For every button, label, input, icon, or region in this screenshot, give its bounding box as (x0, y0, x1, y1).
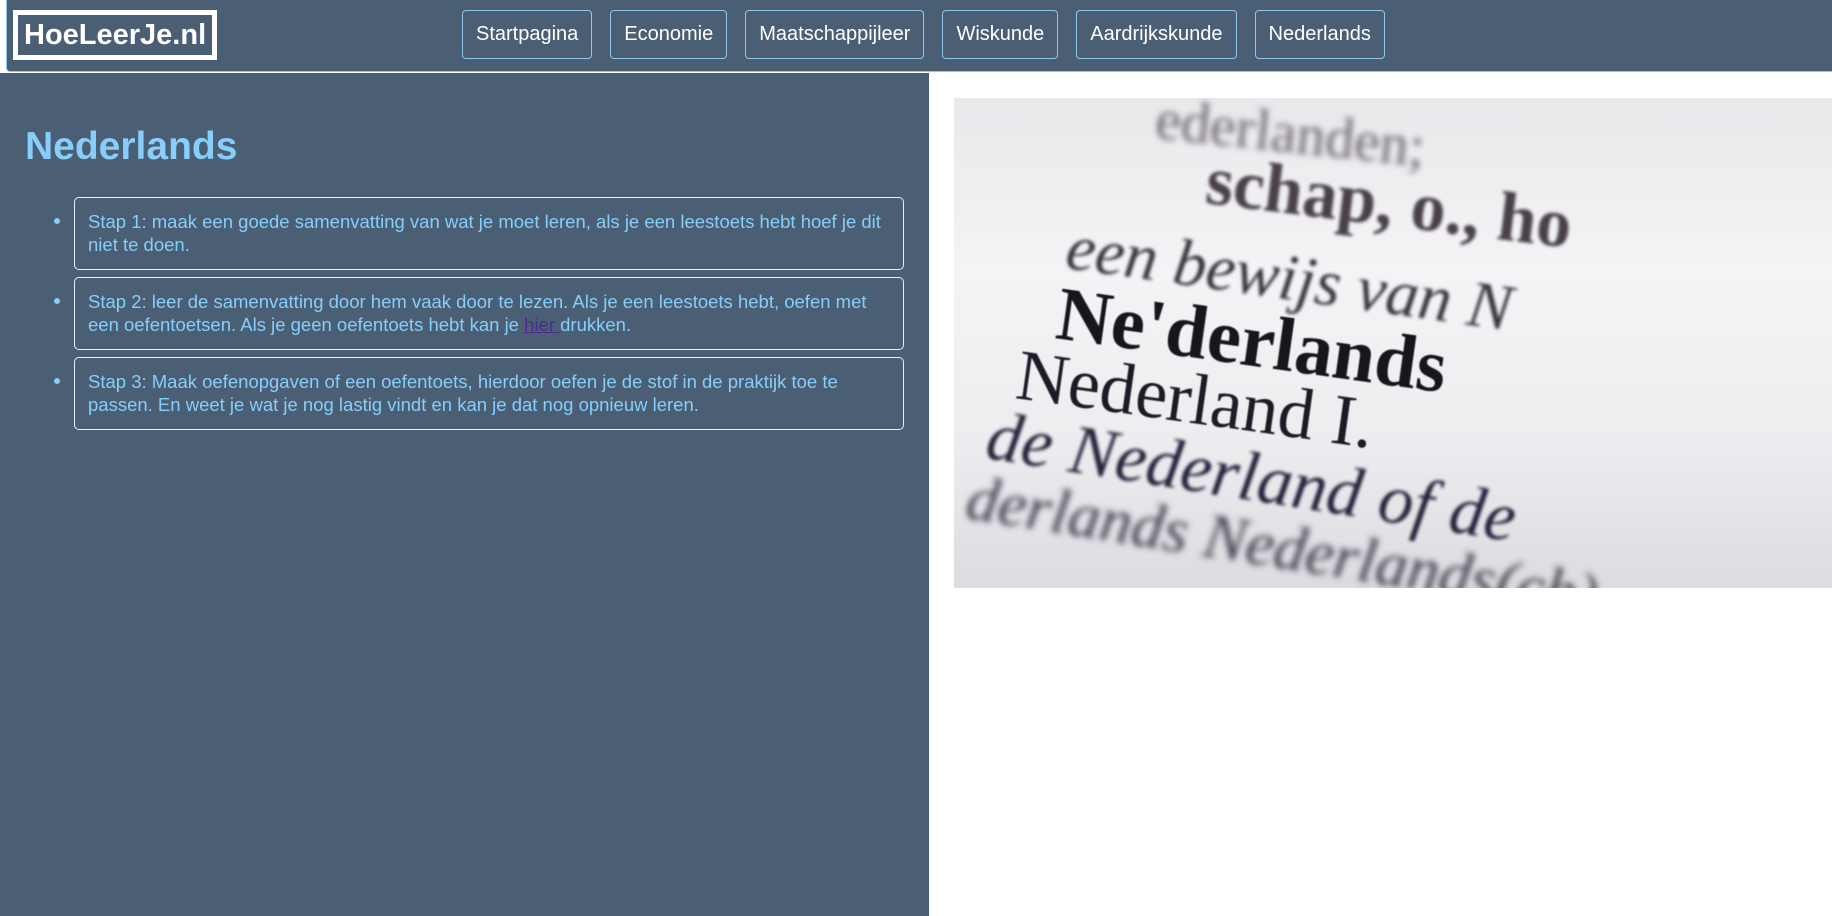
page-title: Nederlands (25, 125, 238, 168)
nav-wiskunde[interactable]: Wiskunde (942, 10, 1059, 59)
nav-startpagina[interactable]: Startpagina (462, 10, 593, 59)
page: HoeLeerJe.nl Startpagina Economie Maatsc… (0, 0, 1832, 916)
content-panel: Nederlands Stap 1: maak een goede samenv… (0, 73, 929, 916)
dictionary-image: ederlanden; schap, o., ho een bewijs van… (954, 98, 1832, 588)
bullet-icon (54, 218, 60, 224)
nav-nederlands[interactable]: Nederlands (1254, 10, 1385, 59)
nav-economie[interactable]: Economie (610, 10, 728, 59)
step-item-3: Stap 3: Maak oefenopgaven of een oefento… (54, 357, 904, 430)
site-header: HoeLeerJe.nl Startpagina Economie Maatsc… (6, 0, 1832, 72)
bullet-icon (54, 378, 60, 384)
step-text: Stap 1: maak een goede samenvatting van … (88, 211, 881, 255)
steps-list: Stap 1: maak een goede samenvatting van … (54, 197, 904, 437)
step-item-1: Stap 1: maak een goede samenvatting van … (54, 197, 904, 270)
step-text-before: Stap 2: leer de samenvatting door hem va… (88, 291, 867, 335)
dictionary-photo: ederlanden; schap, o., ho een bewijs van… (962, 98, 1603, 588)
main-nav: Startpagina Economie Maatschappijleer Wi… (462, 10, 1385, 59)
step-item-2: Stap 2: leer de samenvatting door hem va… (54, 277, 904, 350)
bullet-icon (54, 298, 60, 304)
step-text-after: drukken. (560, 314, 632, 335)
hier-link[interactable]: hier (524, 314, 560, 335)
nav-aardrijkskunde[interactable]: Aardrijkskunde (1076, 10, 1237, 59)
site-logo[interactable]: HoeLeerJe.nl (13, 10, 218, 60)
nav-maatschappijleer[interactable]: Maatschappijleer (745, 10, 925, 59)
step-text: Stap 3: Maak oefenopgaven of een oefento… (88, 371, 838, 415)
